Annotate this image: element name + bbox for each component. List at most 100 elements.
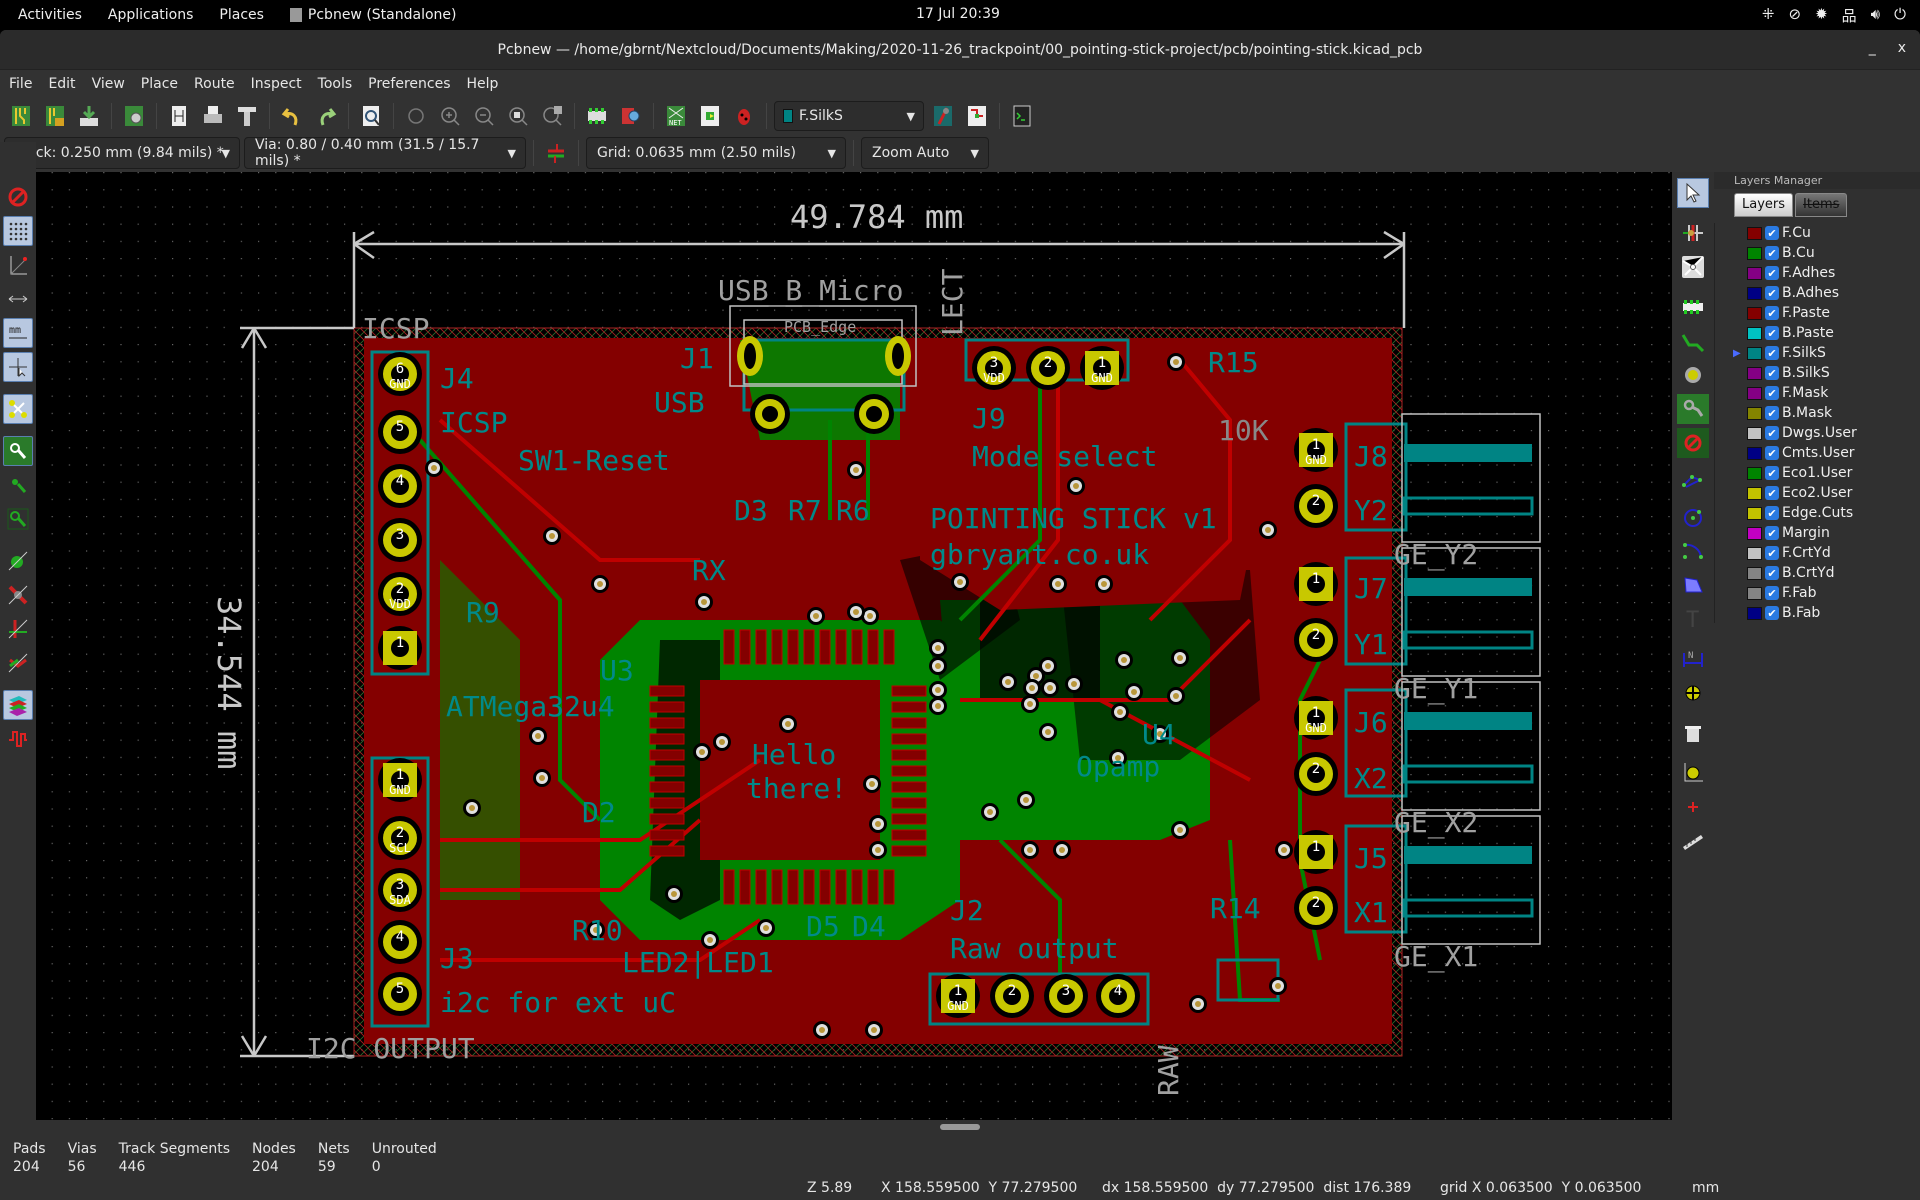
menu-file[interactable]: File bbox=[0, 76, 40, 92]
drill-origin-icon[interactable] bbox=[1677, 792, 1709, 822]
layer-visibility-checkbox[interactable]: ✔ bbox=[1765, 566, 1779, 580]
footprint-editor-icon[interactable] bbox=[582, 101, 612, 131]
menu-view[interactable]: View bbox=[84, 76, 133, 92]
grid-select[interactable]: Grid: 0.0635 mm (2.50 mils) ▼ bbox=[586, 137, 846, 169]
layers-manager-icon[interactable] bbox=[3, 690, 33, 720]
add-zone-icon[interactable] bbox=[1677, 394, 1709, 424]
layer-row-f-paste[interactable]: ✔ F.Paste bbox=[1747, 303, 1920, 323]
layer-color-swatch[interactable] bbox=[1747, 266, 1762, 280]
grid-icon[interactable] bbox=[3, 216, 33, 246]
layer-visibility-checkbox[interactable]: ✔ bbox=[1765, 406, 1779, 420]
add-footprint-icon[interactable] bbox=[1677, 292, 1709, 322]
layer-row-f-cu[interactable]: ✔ F.Cu bbox=[1747, 223, 1920, 243]
layer-color-swatch[interactable] bbox=[1747, 426, 1762, 440]
layer-color-swatch[interactable] bbox=[1747, 606, 1762, 620]
zoom-in-icon[interactable] bbox=[435, 101, 465, 131]
open-board-icon[interactable] bbox=[40, 101, 70, 131]
layer-row-b-adhes[interactable]: ✔ B.Adhes bbox=[1747, 283, 1920, 303]
via-sketch-icon[interactable] bbox=[3, 580, 33, 610]
keepout-icon[interactable] bbox=[1677, 428, 1709, 458]
select-icon[interactable] bbox=[1677, 178, 1709, 208]
route-track-icon[interactable] bbox=[1677, 326, 1709, 356]
zoom-fit-icon[interactable] bbox=[503, 101, 533, 131]
layer-visibility-checkbox[interactable]: ✔ bbox=[1765, 386, 1779, 400]
filled-zone-icon[interactable] bbox=[3, 436, 33, 466]
via-size-select[interactable]: Via: 0.80 / 0.40 mm (31.5 / 15.7 mils) *… bbox=[244, 137, 526, 169]
layer-color-swatch[interactable] bbox=[1747, 346, 1762, 360]
layer-color-swatch[interactable] bbox=[1747, 406, 1762, 420]
running-app-indicator[interactable]: Pcbnew (Standalone) bbox=[289, 7, 457, 23]
layer-row-eco2-user[interactable]: ✔ Eco2.User bbox=[1747, 483, 1920, 503]
layer-visibility-checkbox[interactable]: ✔ bbox=[1765, 366, 1779, 380]
layer-color-swatch[interactable] bbox=[1747, 226, 1762, 240]
zoom-out-icon[interactable] bbox=[469, 101, 499, 131]
layer-color-swatch[interactable] bbox=[1747, 446, 1762, 460]
layer-row-b-silks[interactable]: ✔ B.SilkS bbox=[1747, 363, 1920, 383]
layer-visibility-checkbox[interactable]: ✔ bbox=[1765, 326, 1779, 340]
clock[interactable]: 17 Jul 20:39 bbox=[916, 6, 1000, 22]
drc-off-icon[interactable] bbox=[3, 182, 33, 212]
undo-icon[interactable] bbox=[277, 101, 307, 131]
layer-row-f-silks[interactable]: ▶ ✔ F.SilkS bbox=[1733, 343, 1920, 363]
layer-visibility-checkbox[interactable]: ✔ bbox=[1765, 246, 1779, 260]
power-icon[interactable]: ⏻ bbox=[1894, 5, 1906, 26]
layer-visibility-checkbox[interactable]: ✔ bbox=[1765, 446, 1779, 460]
local-ratsnest-icon[interactable] bbox=[1677, 252, 1709, 282]
layer-alignment-icon[interactable] bbox=[1677, 678, 1709, 708]
active-layer-select[interactable]: F.SilkS ▼ bbox=[774, 101, 924, 131]
print-icon[interactable] bbox=[198, 101, 228, 131]
menu-edit[interactable]: Edit bbox=[40, 76, 83, 92]
save-icon[interactable] bbox=[74, 101, 104, 131]
layer-color-swatch[interactable] bbox=[1747, 546, 1762, 560]
layer-row-f-crtyd[interactable]: ✔ F.CrtYd bbox=[1747, 543, 1920, 563]
zone-fill-icon[interactable] bbox=[3, 504, 33, 534]
check-circle-icon[interactable]: ⊘ bbox=[1789, 5, 1802, 26]
add-via-icon[interactable] bbox=[1677, 360, 1709, 390]
layer-color-swatch[interactable] bbox=[1747, 466, 1762, 480]
layer-visibility-checkbox[interactable]: ✔ bbox=[1765, 586, 1779, 600]
layer-color-swatch[interactable] bbox=[1747, 326, 1762, 340]
places-menu[interactable]: Places bbox=[219, 7, 264, 23]
polygon-icon[interactable] bbox=[1677, 570, 1709, 600]
menu-preferences[interactable]: Preferences bbox=[360, 76, 458, 92]
layer-row-dwgs-user[interactable]: ✔ Dwgs.User bbox=[1747, 423, 1920, 443]
layer-color-swatch[interactable] bbox=[1747, 366, 1762, 380]
circle-icon[interactable] bbox=[1677, 502, 1709, 532]
auto-track-width-icon[interactable] bbox=[541, 138, 571, 168]
layer-visibility-checkbox[interactable]: ✔ bbox=[1765, 306, 1779, 320]
layer-visibility-checkbox[interactable]: ✔ bbox=[1765, 426, 1779, 440]
find-icon[interactable] bbox=[356, 101, 386, 131]
board-setup-icon[interactable] bbox=[119, 101, 149, 131]
menu-inspect[interactable]: Inspect bbox=[243, 76, 310, 92]
layer-row-b-crtyd[interactable]: ✔ B.CrtYd bbox=[1747, 563, 1920, 583]
layer-row-f-fab[interactable]: ✔ F.Fab bbox=[1747, 583, 1920, 603]
zoom-select[interactable]: Zoom Auto ▼ bbox=[861, 137, 989, 169]
graphic-line-icon[interactable] bbox=[1677, 468, 1709, 498]
footprint-viewer-icon[interactable] bbox=[616, 101, 646, 131]
inch-units-icon[interactable] bbox=[3, 284, 33, 314]
highlight-net-icon[interactable] bbox=[1677, 218, 1709, 248]
layer-color-swatch[interactable] bbox=[1747, 486, 1762, 500]
minimize-button[interactable]: _ bbox=[1869, 40, 1876, 56]
layer-color-swatch[interactable] bbox=[1747, 286, 1762, 300]
text-icon[interactable]: T bbox=[1677, 604, 1709, 634]
layer-row-b-paste[interactable]: ✔ B.Paste bbox=[1747, 323, 1920, 343]
dimension-icon[interactable]: N bbox=[1677, 644, 1709, 674]
layer-row-f-mask[interactable]: ✔ F.Mask bbox=[1747, 383, 1920, 403]
layer-pair-icon[interactable] bbox=[928, 101, 958, 131]
layer-visibility-checkbox[interactable]: ✔ bbox=[1765, 266, 1779, 280]
layer-visibility-checkbox[interactable]: ✔ bbox=[1765, 546, 1779, 560]
layer-row-margin[interactable]: ✔ Margin bbox=[1747, 523, 1920, 543]
pcb-canvas[interactable]: 6 GND 5 4 3 2 VDD 1 1 GND 2 SCL 3 SDA 4 5 3 VDD 2 1 GND 1 GND 2… bbox=[36, 172, 1672, 1120]
layer-row-eco1-user[interactable]: ✔ Eco1.User bbox=[1747, 463, 1920, 483]
layer-color-swatch[interactable] bbox=[1747, 566, 1762, 580]
autoroute-icon[interactable] bbox=[962, 101, 992, 131]
microwave-icon[interactable] bbox=[3, 724, 33, 754]
refresh-icon[interactable] bbox=[401, 101, 431, 131]
applications-menu[interactable]: Applications bbox=[108, 7, 194, 23]
track-sketch-icon[interactable] bbox=[3, 614, 33, 644]
layer-color-swatch[interactable] bbox=[1747, 386, 1762, 400]
ratsnest-icon[interactable] bbox=[3, 394, 33, 424]
volume-icon[interactable]: 🔊︎ bbox=[1871, 5, 1880, 26]
close-button[interactable]: x bbox=[1898, 40, 1906, 56]
